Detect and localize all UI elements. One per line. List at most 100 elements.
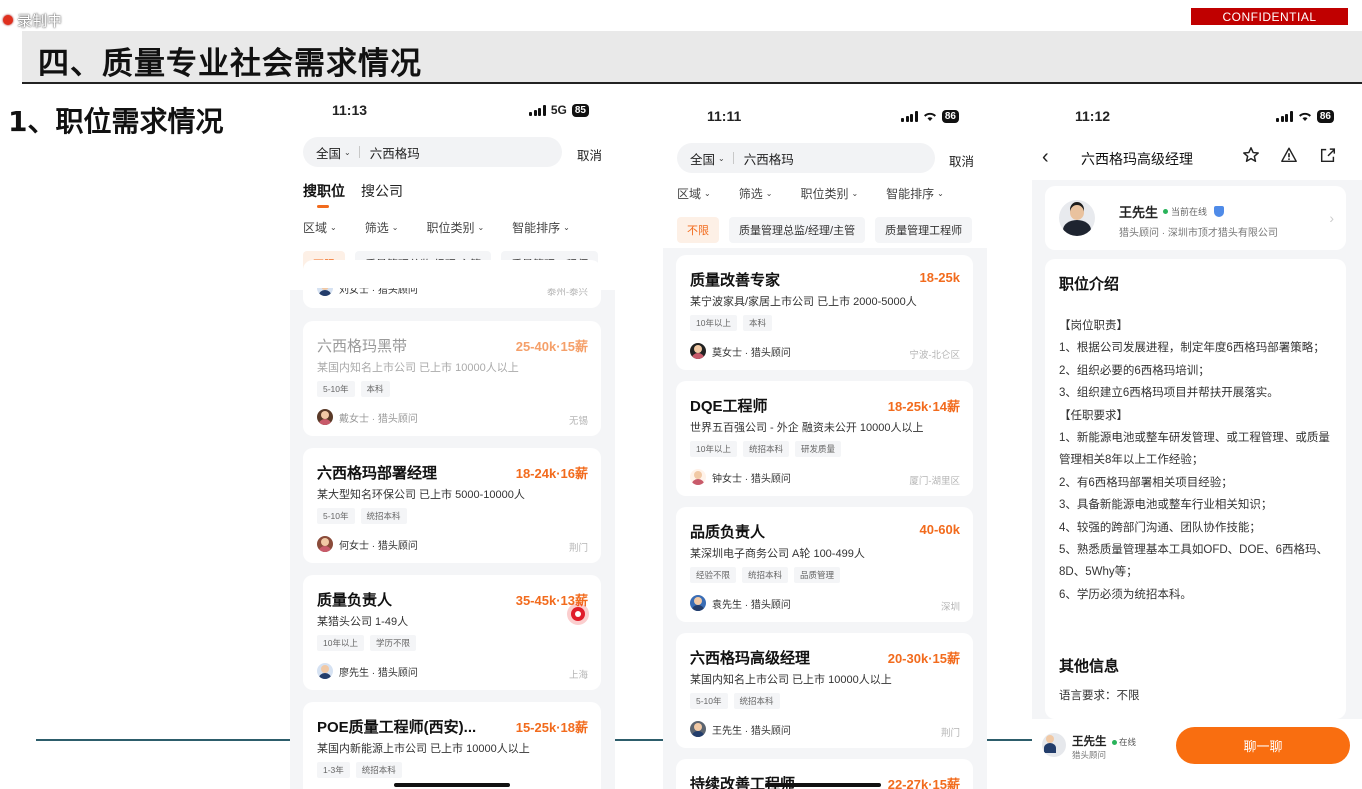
filter-sort[interactable]: 智能排序 ⌄ xyxy=(512,219,570,236)
back-arrow-icon[interactable]: ‹ xyxy=(1042,146,1049,169)
job-card[interactable]: 六西格玛高级经理 20-30k·15薪 某国内知名上市公司 已上市 10000人… xyxy=(676,633,973,748)
job-tag: 1-3年 xyxy=(317,762,350,778)
filter-sort[interactable]: 智能排序 ⌄ xyxy=(886,185,944,202)
chip-quality-engineer[interactable]: 质量管理工程师 xyxy=(875,217,973,243)
job-salary: 20-30k·15薪 xyxy=(887,651,960,666)
signal-icon xyxy=(1276,110,1293,122)
chat-button[interactable]: 聊一聊 xyxy=(1176,727,1350,764)
section-heading: 职位介绍 xyxy=(1059,276,1120,293)
job-location: 无锡 xyxy=(568,416,588,427)
recruiter-role: 猎头顾问 xyxy=(1072,750,1107,760)
slide-subtitle: 1、职位需求情况 xyxy=(8,105,224,138)
section-heading: 其他信息 xyxy=(1059,658,1120,675)
chevron-down-icon: ⌄ xyxy=(851,189,859,198)
chevron-down-icon: ⌄ xyxy=(704,189,711,198)
status-time: 11:11 xyxy=(707,108,742,124)
tab-search-companies[interactable]: 搜公司 xyxy=(361,181,403,201)
filter-screen[interactable]: 筛选 ⌄ xyxy=(365,219,399,236)
filter-screen[interactable]: 筛选 ⌄ xyxy=(739,185,773,202)
job-company: 世界五百强公司 - 外企 融资未公开 10000人以上 xyxy=(690,422,924,434)
job-card[interactable]: 六西格玛部署经理 18-24k·16薪 某大型知名环保公司 已上市 5000-1… xyxy=(303,448,601,563)
title-divider xyxy=(22,82,1362,84)
job-title: 六西格玛高级经理 xyxy=(690,650,811,667)
job-tag: 统招本科 xyxy=(733,693,780,709)
job-company: 某国内知名上市公司 已上市 10000人以上 xyxy=(690,674,892,686)
avatar xyxy=(317,409,333,425)
filter-bar: 区域 ⌄ 筛选 ⌄ 职位类别 ⌄ 智能排序 ⌄ xyxy=(303,219,598,236)
filter-category[interactable]: 职位类别 ⌄ xyxy=(800,185,858,202)
job-card[interactable]: 质量改善专家 18-25k 某宁波家具/家居上市公司 已上市 2000-5000… xyxy=(676,255,973,370)
job-location: 荆门 xyxy=(568,543,588,554)
phone-screenshot-search-2: 11:11 86 全国 ⌄ 六西格玛 取消 区域 ⌄ 筛选 ⌄ 职位类别 ⌄ 智能排序 ⌄… xyxy=(663,96,987,789)
job-tag: 统招本科 xyxy=(742,441,789,457)
job-company: 某国内知名上市公司 已上市 10000人以上 xyxy=(317,362,519,374)
warning-icon[interactable] xyxy=(1280,146,1298,164)
region-selector[interactable]: 全国 ⌄ xyxy=(677,149,733,168)
search-input[interactable]: 全国 ⌄ 六西格玛 xyxy=(303,137,562,167)
job-salary: 25-40k·15薪 xyxy=(515,339,588,354)
status-bar: 11:13 5G 85 xyxy=(290,90,615,130)
search-query: 六西格玛 xyxy=(369,146,420,161)
bottom-action-bar: 王先生 在线 猎头顾问 聊一聊 xyxy=(1032,719,1362,789)
job-description: 【岗位职责】 1、根据公司发展进程，制定年度6西格玛部署策略； 2、组织必要的6… xyxy=(1059,320,1330,601)
job-salary: 15-25k·18薪 xyxy=(515,720,588,735)
search-input[interactable]: 全国 ⌄ 六西格玛 xyxy=(677,143,935,173)
job-tag: 统招本科 xyxy=(742,567,789,583)
search-tabs: 搜职位 搜公司 xyxy=(303,181,403,208)
job-title: DQE工程师 xyxy=(690,398,768,415)
recruiter-card[interactable]: 王先生 当前在线 猎头顾问 · 深圳市顶才猎头有限公司 › xyxy=(1045,186,1346,250)
recruiter-name: 王先生 xyxy=(1119,205,1159,220)
chevron-down-icon: ⌄ xyxy=(937,189,944,198)
avatar xyxy=(1059,200,1095,236)
job-card[interactable]: 质量负责人 35-45k·13薪 某猎头公司 1-49人 10年以上 学历不限 廖… xyxy=(303,575,601,690)
star-icon[interactable] xyxy=(1242,146,1260,164)
job-title: 质量改善专家 xyxy=(690,272,781,289)
job-card[interactable]: 品质负责人 40-60k 某深圳电子商务公司 A轮 100-499人 经验不限统… xyxy=(676,507,973,622)
slide-title: 四、质量专业社会需求情况 xyxy=(38,46,422,82)
chevron-down-icon: ⌄ xyxy=(391,223,399,232)
filter-category[interactable]: 职位类别 ⌄ xyxy=(426,219,484,236)
job-card[interactable]: POE质量工程师(西安)... 15-25k·18薪 某国内新能源上市公司 已上… xyxy=(303,702,601,789)
avatar xyxy=(317,536,333,552)
chip-unlimited[interactable]: 不限 xyxy=(677,217,719,243)
nav-title: 六西格玛高级经理 xyxy=(1081,151,1193,167)
job-company: 某宁波家具/家居上市公司 已上市 2000-5000人 xyxy=(690,296,917,308)
status-time: 11:12 xyxy=(1075,108,1111,124)
recruiter-label: 何女士 · 猎头顾问 xyxy=(339,540,418,552)
job-tag: 5-10年 xyxy=(317,508,355,524)
job-tag: 5-10年 xyxy=(690,693,728,709)
confidential-badge: CONFIDENTIAL xyxy=(1191,8,1348,25)
avatar xyxy=(1042,733,1066,757)
chevron-down-icon: ⌄ xyxy=(765,189,773,198)
online-dot-icon xyxy=(1112,739,1117,745)
job-title: POE质量工程师(西安)... xyxy=(317,719,477,736)
share-icon[interactable] xyxy=(1319,146,1337,164)
job-card[interactable]: DQE工程师 18-25k·14薪 世界五百强公司 - 外企 融资未公开 100… xyxy=(676,381,973,496)
job-tag: 本科 xyxy=(742,315,772,331)
tab-search-jobs[interactable]: 搜职位 xyxy=(303,181,345,208)
signal-icon xyxy=(529,104,546,116)
region-selector[interactable]: 全国 ⌄ xyxy=(303,143,359,162)
job-location: 厦门-湖里区 xyxy=(909,476,960,487)
chip-quality-director[interactable]: 质量管理总监/经理/主管 xyxy=(729,217,866,243)
recording-indicator: 录制中 xyxy=(0,8,62,32)
avatar xyxy=(690,343,706,359)
wifi-icon xyxy=(923,112,936,121)
home-indicator xyxy=(394,783,510,787)
online-status: 当前在线 xyxy=(1163,205,1225,218)
chevron-down-icon: ⌄ xyxy=(344,147,351,157)
status-bar: 11:12 86 xyxy=(1032,96,1362,136)
cancel-button[interactable]: 取消 xyxy=(949,151,974,170)
filter-region[interactable]: 区域 ⌄ xyxy=(677,185,711,202)
cancel-button[interactable]: 取消 xyxy=(577,145,602,164)
job-location: 荆门 xyxy=(940,728,960,739)
job-tag: 统招本科 xyxy=(355,762,402,778)
avatar xyxy=(690,469,706,485)
recruiter-label: 廖先生 · 猎头顾问 xyxy=(339,667,418,679)
filter-region[interactable]: 区域 ⌄ xyxy=(303,219,337,236)
chevron-down-icon: ⌄ xyxy=(563,223,570,232)
job-card[interactable]: 六西格玛黑带 25-40k·15薪 某国内知名上市公司 已上市 10000人以上… xyxy=(303,321,601,436)
job-salary: 40-60k xyxy=(919,522,960,537)
network-label: 5G xyxy=(550,103,567,117)
battery-icon: 85 xyxy=(571,103,589,117)
